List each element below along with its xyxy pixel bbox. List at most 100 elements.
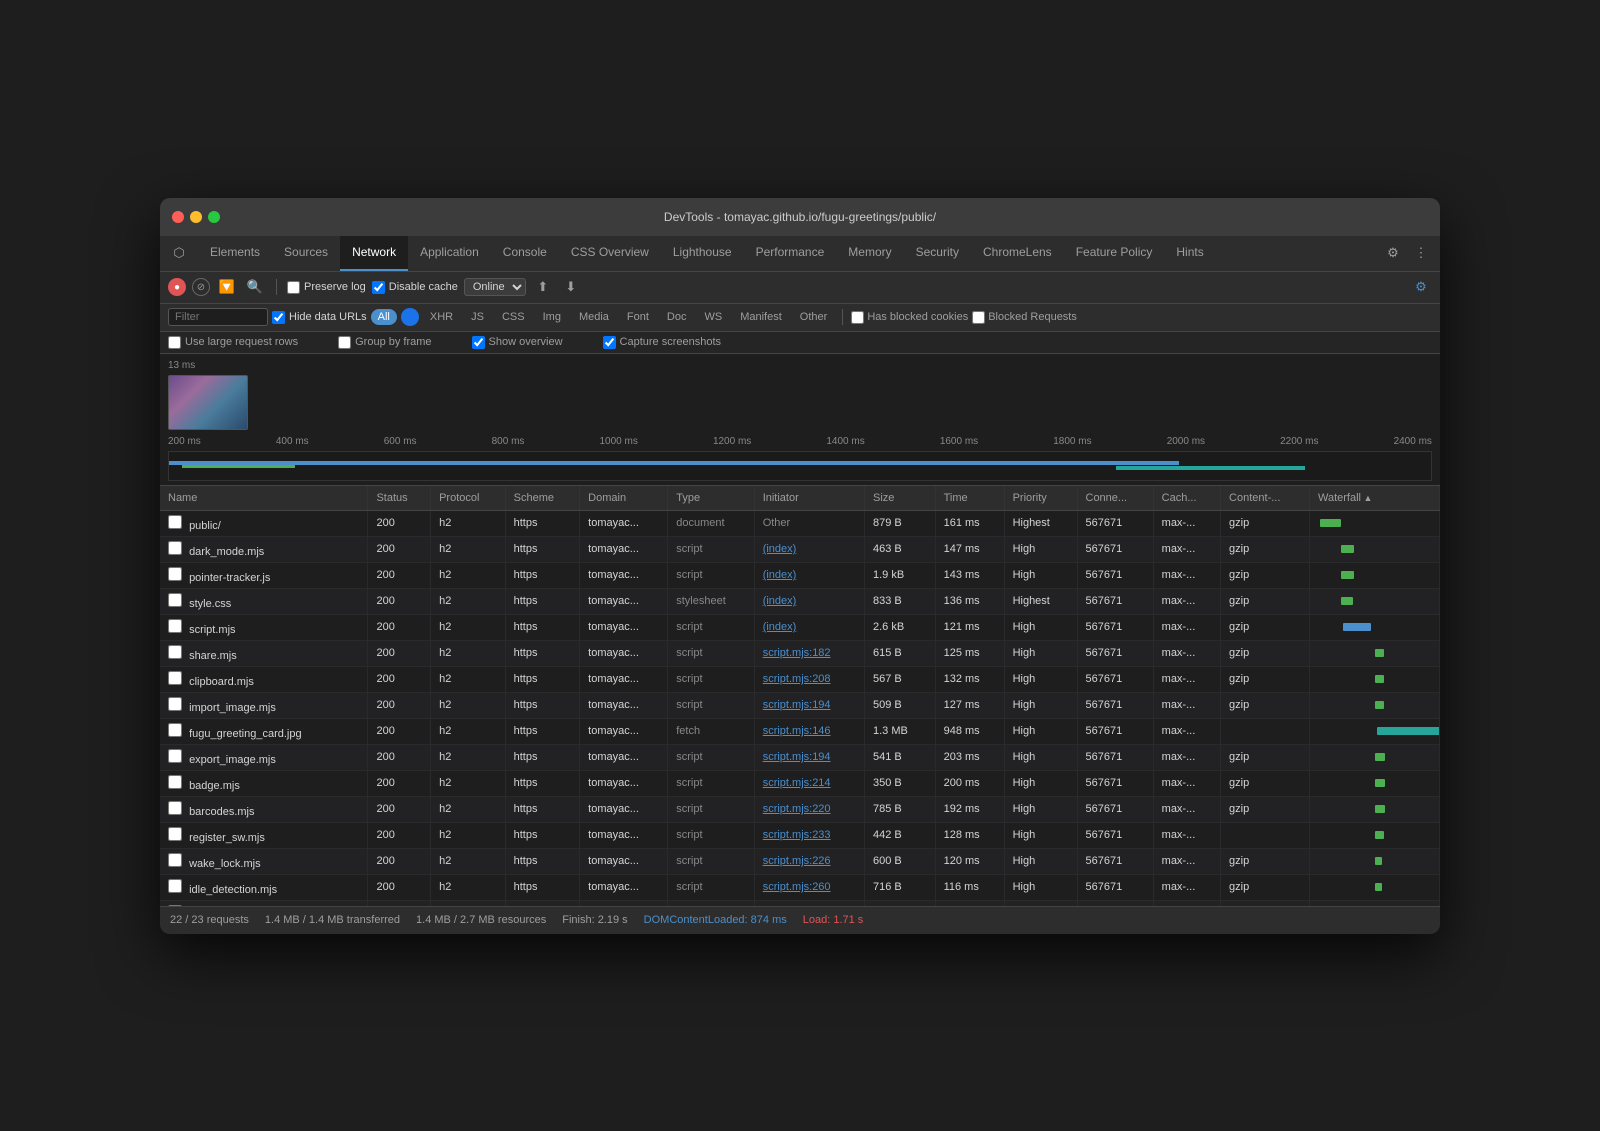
initiator-link[interactable]: script.mjs:208 <box>763 673 831 685</box>
screenshot-thumbnail[interactable] <box>168 375 248 430</box>
filter-xhr[interactable]: XHR <box>423 309 460 325</box>
initiator-link[interactable]: script.mjs:146 <box>763 725 831 737</box>
has-blocked-cookies-label[interactable]: Has blocked cookies <box>851 311 968 324</box>
table-row[interactable]: import_image.mjs 200 h2 https tomayac...… <box>160 692 1440 718</box>
table-row[interactable]: pointer-tracker.js 200 h2 https tomayac.… <box>160 562 1440 588</box>
initiator-link[interactable]: script.mjs:214 <box>763 777 831 789</box>
initiator-link[interactable]: script.mjs:182 <box>763 647 831 659</box>
capture-screenshots-checkbox[interactable] <box>603 336 616 349</box>
col-type[interactable]: Type <box>668 486 754 511</box>
table-row[interactable]: badge.mjs 200 h2 https tomayac... script… <box>160 770 1440 796</box>
tab-sources[interactable]: Sources <box>272 236 340 271</box>
show-overview-option[interactable]: Show overview <box>472 336 563 349</box>
tab-application[interactable]: Application <box>408 236 491 271</box>
use-large-rows-checkbox[interactable] <box>168 336 181 349</box>
filter-ws[interactable]: WS <box>697 309 729 325</box>
col-scheme[interactable]: Scheme <box>505 486 580 511</box>
row-checkbox[interactable] <box>168 541 182 555</box>
filter-other[interactable]: Other <box>793 309 835 325</box>
col-initiator[interactable]: Initiator <box>754 486 864 511</box>
initiator-link[interactable]: script.mjs:220 <box>763 803 831 815</box>
table-row[interactable]: dark_mode.mjs 200 h2 https tomayac... sc… <box>160 536 1440 562</box>
col-domain[interactable]: Domain <box>580 486 668 511</box>
initiator-link[interactable]: (index) <box>763 621 797 633</box>
col-priority[interactable]: Priority <box>1004 486 1077 511</box>
table-row[interactable]: fugu_greeting_card.jpg 200 h2 https toma… <box>160 718 1440 744</box>
cursor-icon[interactable]: ⬡ <box>168 242 190 264</box>
disable-cache-label[interactable]: Disable cache <box>372 281 458 294</box>
filter-media[interactable]: Media <box>572 309 616 325</box>
hide-data-urls-label[interactable]: Hide data URLs <box>272 311 367 324</box>
group-by-frame-checkbox[interactable] <box>338 336 351 349</box>
row-checkbox[interactable] <box>168 671 182 685</box>
clear-button[interactable]: ⊘ <box>192 278 210 296</box>
initiator-link[interactable]: script.mjs:194 <box>763 699 831 711</box>
col-cache[interactable]: Cach... <box>1153 486 1220 511</box>
filter-doc[interactable]: Doc <box>660 309 694 325</box>
col-waterfall[interactable]: Waterfall <box>1310 486 1440 511</box>
import-icon[interactable]: ⬆ <box>532 276 554 298</box>
filter-icon[interactable]: 🔽 <box>216 276 238 298</box>
col-time[interactable]: Time <box>935 486 1004 511</box>
table-row[interactable]: barcodes.mjs 200 h2 https tomayac... scr… <box>160 796 1440 822</box>
tab-performance[interactable]: Performance <box>744 236 837 271</box>
row-checkbox[interactable] <box>168 775 182 789</box>
capture-screenshots-option[interactable]: Capture screenshots <box>603 336 722 349</box>
timeline-bars[interactable] <box>168 451 1432 481</box>
use-large-rows-option[interactable]: Use large request rows <box>168 336 298 349</box>
col-protocol[interactable]: Protocol <box>431 486 506 511</box>
row-checkbox[interactable] <box>168 853 182 867</box>
col-conn[interactable]: Conne... <box>1077 486 1153 511</box>
hide-data-urls-checkbox[interactable] <box>272 311 285 324</box>
filter-img[interactable]: Img <box>536 309 568 325</box>
tab-security[interactable]: Security <box>904 236 971 271</box>
row-checkbox[interactable] <box>168 801 182 815</box>
tab-memory[interactable]: Memory <box>836 236 903 271</box>
filter-css[interactable]: CSS <box>495 309 532 325</box>
tab-css-overview[interactable]: CSS Overview <box>559 236 661 271</box>
row-checkbox[interactable] <box>168 645 182 659</box>
row-checkbox[interactable] <box>168 567 182 581</box>
tab-elements[interactable]: Elements <box>198 236 272 271</box>
initiator-link[interactable]: (index) <box>763 543 797 555</box>
table-row[interactable]: idle_detection.mjs 200 h2 https tomayac.… <box>160 874 1440 900</box>
maximize-button[interactable] <box>208 211 220 223</box>
tab-network[interactable]: Network <box>340 236 408 271</box>
row-checkbox[interactable] <box>168 879 182 893</box>
row-checkbox[interactable] <box>168 593 182 607</box>
initiator-link[interactable]: script.mjs:260 <box>763 881 831 893</box>
initiator-link[interactable]: script.mjs:194 <box>763 751 831 763</box>
col-name[interactable]: Name <box>160 486 368 511</box>
tab-lighthouse[interactable]: Lighthouse <box>661 236 744 271</box>
has-blocked-cookies-checkbox[interactable] <box>851 311 864 324</box>
row-checkbox[interactable] <box>168 515 182 529</box>
row-checkbox[interactable] <box>168 749 182 763</box>
initiator-link[interactable]: script.mjs:233 <box>763 829 831 841</box>
col-size[interactable]: Size <box>864 486 935 511</box>
row-checkbox[interactable] <box>168 827 182 841</box>
tab-feature-policy[interactable]: Feature Policy <box>1064 236 1165 271</box>
filter-js[interactable]: JS <box>464 309 491 325</box>
table-row[interactable]: style.css 200 h2 https tomayac... styles… <box>160 588 1440 614</box>
table-row[interactable]: register_sw.mjs 200 h2 https tomayac... … <box>160 822 1440 848</box>
table-row[interactable]: export_image.mjs 200 h2 https tomayac...… <box>160 744 1440 770</box>
tab-hints[interactable]: Hints <box>1164 236 1215 271</box>
table-row[interactable]: public/ 200 h2 https tomayac... document… <box>160 510 1440 536</box>
show-overview-checkbox[interactable] <box>472 336 485 349</box>
row-checkbox[interactable] <box>168 697 182 711</box>
initiator-link[interactable]: script.mjs:226 <box>763 855 831 867</box>
close-button[interactable] <box>172 211 184 223</box>
disable-cache-checkbox[interactable] <box>372 281 385 294</box>
blocked-requests-label[interactable]: Blocked Requests <box>972 311 1077 324</box>
main-content[interactable]: Name Status Protocol Scheme Domain Type … <box>160 486 1440 906</box>
table-row[interactable]: wake_lock.mjs 200 h2 https tomayac... sc… <box>160 848 1440 874</box>
search-icon[interactable]: 🔍 <box>244 276 266 298</box>
more-icon[interactable]: ⋮ <box>1410 242 1432 264</box>
preserve-log-checkbox[interactable] <box>287 281 300 294</box>
throttle-select[interactable]: Online <box>464 278 526 296</box>
record-button[interactable]: ● <box>168 278 186 296</box>
filter-all[interactable]: All <box>371 309 397 325</box>
row-checkbox[interactable] <box>168 905 182 906</box>
initiator-link[interactable]: (index) <box>763 569 797 581</box>
table-row[interactable]: clipboard.mjs 200 h2 https tomayac... sc… <box>160 666 1440 692</box>
